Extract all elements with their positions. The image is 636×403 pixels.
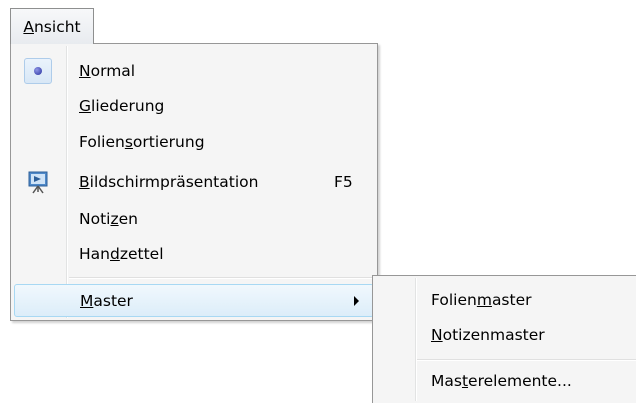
submenu-item-notizenmaster[interactable]: Notizenmaster [376, 318, 633, 352]
menu-item-foliensortierung-label: Foliensortierung [79, 133, 205, 151]
submenu-item-masterelemente[interactable]: Masterelemente... [376, 364, 633, 398]
menu-item-handzettel-label: Handzettel [79, 245, 164, 263]
master-submenu: Folienmaster Notizenmaster Masterelement… [372, 275, 636, 403]
menu-item-bildschirmpraesentation[interactable]: Bildschirmpräsentation F5 [14, 165, 374, 199]
menu-item-gliederung-label: Gliederung [79, 97, 165, 115]
slideshow-projector-icon [24, 168, 52, 196]
submenu-arrow-icon [354, 295, 359, 306]
menu-separator [69, 277, 373, 279]
menu-ansicht-label: Ansicht [23, 17, 81, 36]
application-stage: Ansicht Normal Gliederung Foliensortieru… [0, 0, 636, 403]
shortcut-f5: F5 [334, 173, 353, 191]
submenu-item-folienmaster-label: Folienmaster [431, 291, 532, 309]
menu-item-handzettel[interactable]: Handzettel [14, 237, 374, 271]
radio-bullet-icon [24, 57, 52, 85]
submenu-separator [417, 359, 636, 361]
menu-item-normal[interactable]: Normal [14, 54, 374, 88]
menu-item-bildschirmpraesentation-label: Bildschirmpräsentation [79, 173, 259, 191]
menu-item-notizen[interactable]: Notizen [14, 202, 374, 236]
menu-item-foliensortierung[interactable]: Foliensortierung [14, 125, 374, 159]
menu-item-gliederung[interactable]: Gliederung [14, 89, 374, 123]
menu-item-notizen-label: Notizen [79, 210, 138, 228]
menu-item-master-label: Master [80, 291, 133, 310]
menu-item-master[interactable]: Master [14, 284, 374, 317]
ansicht-dropdown: Normal Gliederung Foliensortierung Bilds… [10, 43, 378, 321]
submenu-item-notizenmaster-label: Notizenmaster [431, 326, 545, 344]
submenu-item-folienmaster[interactable]: Folienmaster [376, 283, 633, 317]
menu-item-normal-label: Normal [79, 62, 136, 80]
menu-ansicht[interactable]: Ansicht [10, 8, 94, 44]
submenu-item-masterelemente-label: Masterelemente... [431, 372, 572, 390]
